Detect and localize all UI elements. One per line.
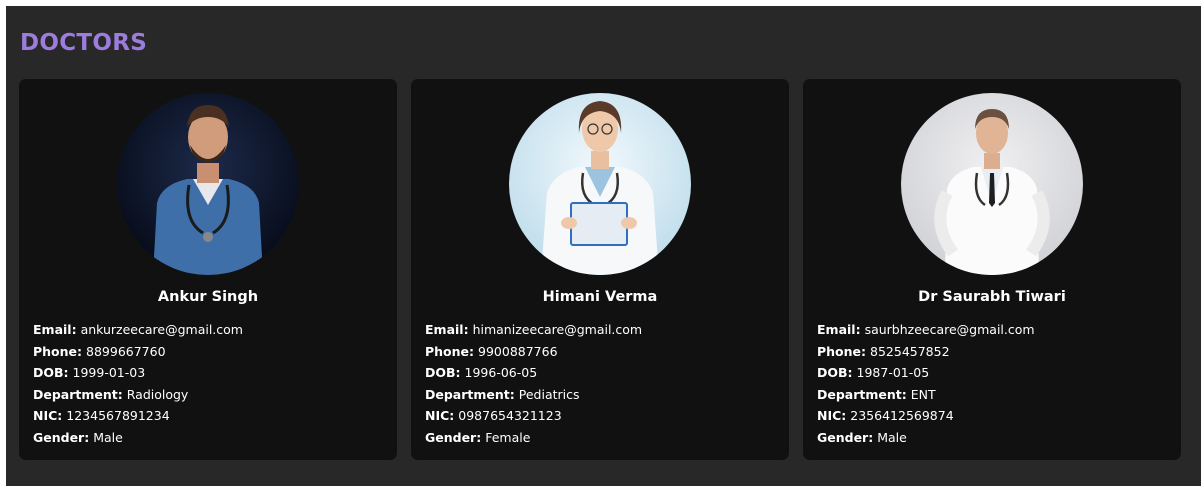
phone-label: Phone: [817, 343, 867, 359]
department-value: Radiology [126, 386, 189, 402]
gender-label: Gender: [33, 429, 90, 445]
email-value: saurbhzeecare@gmail.com [864, 322, 1035, 337]
email-label: Email: [817, 322, 861, 337]
phone-label: Phone: [425, 343, 475, 359]
doctor-card: Dr Saurabh Tiwari Email: saurbhzeecare@g… [803, 79, 1181, 460]
nic-row: NIC: 1234567891234 [33, 405, 243, 427]
doctor-details: Email: himanizeecare@gmail.com Phone: 99… [425, 319, 642, 449]
department-row: Department: Pediatrics [425, 384, 642, 406]
dob-label: DOB: [817, 365, 853, 381]
department-label: Department: [425, 386, 515, 402]
phone-row: Phone: 8525457852 [817, 341, 1035, 363]
email-row: Email: saurbhzeecare@gmail.com [817, 319, 1035, 341]
doctor-name: Ankur Singh [157, 289, 259, 305]
dob-value: 1999-01-03 [72, 365, 146, 381]
nic-value: 1234567891234 [66, 408, 170, 424]
doctors-panel: DOCTORS Ankur Singh Email: ankurzeecare@… [6, 6, 1201, 486]
dob-row: DOB: 1999-01-03 [33, 362, 243, 384]
dob-label: DOB: [425, 365, 461, 381]
gender-value: Male [877, 429, 907, 445]
nic-row: NIC: 2356412569874 [817, 405, 1035, 427]
nic-label: NIC: [33, 408, 63, 424]
phone-value: 8525457852 [870, 343, 950, 359]
phone-label: Phone: [33, 343, 83, 359]
gender-value: Female [485, 429, 531, 445]
department-row: Department: Radiology [33, 384, 243, 406]
dob-label: DOB: [33, 365, 69, 381]
phone-row: Phone: 8899667760 [33, 341, 243, 363]
dob-value: 1987-01-05 [856, 365, 930, 381]
nic-row: NIC: 0987654321123 [425, 405, 642, 427]
nic-label: NIC: [425, 408, 455, 424]
page-title: DOCTORS [20, 30, 148, 56]
doctor-avatar [509, 93, 691, 275]
phone-row: Phone: 9900887766 [425, 341, 642, 363]
gender-label: Gender: [817, 429, 874, 445]
phone-value: 9900887766 [478, 343, 558, 359]
dob-row: DOB: 1987-01-05 [817, 362, 1035, 384]
doctor-name: Dr Saurabh Tiwari [918, 289, 1066, 305]
gender-label: Gender: [425, 429, 482, 445]
email-row: Email: ankurzeecare@gmail.com [33, 319, 243, 341]
email-row: Email: himanizeecare@gmail.com [425, 319, 642, 341]
doctor-card: Himani Verma Email: himanizeecare@gmail.… [411, 79, 789, 460]
gender-row: Gender: Female [425, 427, 642, 449]
email-label: Email: [33, 322, 77, 337]
email-value: ankurzeecare@gmail.com [80, 322, 243, 337]
dob-row: DOB: 1996-06-05 [425, 362, 642, 384]
gender-row: Gender: Male [817, 427, 1035, 449]
nic-value: 0987654321123 [458, 408, 562, 424]
email-label: Email: [425, 322, 469, 337]
doctor-card: Ankur Singh Email: ankurzeecare@gmail.co… [19, 79, 397, 460]
doctor-avatar [117, 93, 299, 275]
doctor-details: Email: saurbhzeecare@gmail.com Phone: 85… [817, 319, 1035, 449]
email-value: himanizeecare@gmail.com [472, 322, 643, 337]
nic-label: NIC: [817, 408, 847, 424]
nic-value: 2356412569874 [850, 408, 954, 424]
dob-value: 1996-06-05 [464, 365, 538, 381]
department-label: Department: [33, 386, 123, 402]
gender-row: Gender: Male [33, 427, 243, 449]
doctor-card-list: Ankur Singh Email: ankurzeecare@gmail.co… [19, 79, 1181, 460]
doctor-details: Email: ankurzeecare@gmail.com Phone: 889… [33, 319, 243, 449]
doctor-avatar [901, 93, 1083, 275]
department-label: Department: [817, 386, 907, 402]
department-row: Department: ENT [817, 384, 1035, 406]
department-value: Pediatrics [518, 386, 580, 402]
gender-value: Male [93, 429, 123, 445]
department-value: ENT [910, 386, 936, 402]
phone-value: 8899667760 [86, 343, 166, 359]
doctor-name: Himani Verma [542, 289, 658, 305]
